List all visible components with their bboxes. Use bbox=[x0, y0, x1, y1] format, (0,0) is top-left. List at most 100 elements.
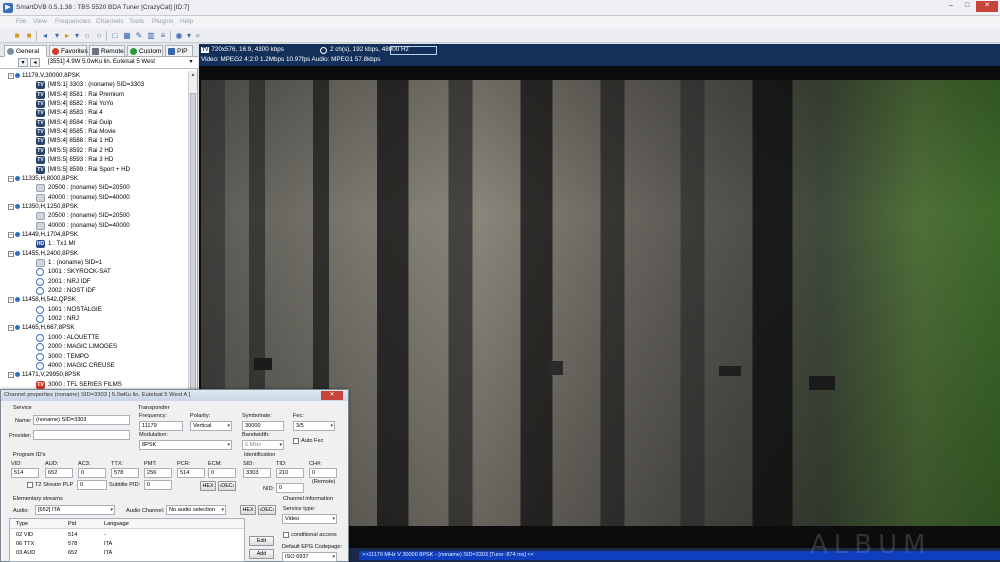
audio-channel-select[interactable]: No audio selection ▾ bbox=[166, 505, 226, 515]
column-language[interactable]: Language bbox=[104, 521, 129, 527]
bandwidth-value: 6 MHz bbox=[245, 442, 262, 448]
satellite-selector[interactable]: ▾ ◂ [3551] 4.9W 5.0wKu lin. Eutelsat 5 W… bbox=[0, 57, 198, 69]
stream-type[interactable]: 06 TTX bbox=[16, 541, 34, 547]
conditional-access-checkbox[interactable] bbox=[283, 532, 289, 538]
audio-channel-value: No audio selection bbox=[169, 507, 216, 513]
remote-icon bbox=[92, 48, 99, 55]
auto-fec-checkbox[interactable] bbox=[293, 438, 299, 444]
tab-pip[interactable]: PIP bbox=[165, 45, 193, 57]
subtitle-pid-field[interactable]: 0 bbox=[144, 480, 172, 490]
collapse-icon[interactable]: − bbox=[8, 175, 14, 182]
minimize-button[interactable]: – bbox=[944, 1, 958, 12]
dropdown-icon[interactable]: ▾ bbox=[52, 31, 62, 41]
stream-pid[interactable]: 514 bbox=[68, 532, 77, 538]
pmt-field[interactable]: 256 bbox=[144, 468, 172, 478]
edit-button[interactable]: Edit bbox=[249, 536, 274, 546]
epg-codepage-label: Default EPG Codepage: bbox=[282, 544, 343, 550]
ac3-field[interactable]: 0 bbox=[78, 468, 106, 478]
sid-field[interactable]: 3303 bbox=[243, 468, 271, 478]
column-type[interactable]: Type bbox=[16, 521, 28, 527]
grid-icon[interactable]: ▦ bbox=[122, 31, 132, 41]
back-icon[interactable]: ◂ bbox=[40, 31, 50, 41]
forward-icon[interactable]: ▸ bbox=[62, 31, 72, 41]
stream-type[interactable]: 03 AUD bbox=[16, 550, 35, 556]
tv-channel-icon: TV bbox=[36, 137, 45, 146]
tab-favorites[interactable]: Favorites bbox=[49, 45, 88, 57]
collapse-icon[interactable]: − bbox=[8, 203, 14, 210]
window-icon[interactable]: □ bbox=[110, 31, 120, 41]
scroll-up-icon[interactable]: ▲ bbox=[189, 71, 197, 79]
collapse-icon[interactable]: − bbox=[8, 73, 14, 79]
menu-view[interactable]: View bbox=[33, 18, 47, 25]
ttx-field[interactable]: 578 bbox=[111, 468, 139, 478]
collapse-icon[interactable]: − bbox=[8, 250, 14, 257]
provider-field[interactable] bbox=[33, 430, 130, 440]
tab-general[interactable]: General bbox=[4, 45, 47, 57]
column-pid[interactable]: Pid bbox=[68, 521, 76, 527]
folder-icon[interactable]: ■ bbox=[24, 31, 34, 41]
ch-number-field[interactable]: 0 bbox=[309, 468, 337, 478]
stream-language[interactable]: ITA bbox=[104, 550, 112, 556]
collapse-icon[interactable]: − bbox=[8, 297, 14, 304]
stream-pid[interactable]: 652 bbox=[68, 550, 77, 556]
dropdown-icon[interactable]: ▾ bbox=[72, 31, 82, 41]
t2-stream-checkbox[interactable] bbox=[27, 482, 33, 488]
stream-type[interactable]: 02 VID bbox=[16, 532, 33, 538]
tab-remote[interactable]: Remote bbox=[89, 45, 125, 57]
nid-field[interactable]: 0 bbox=[276, 483, 304, 493]
pen-icon[interactable]: ✎ bbox=[134, 31, 144, 41]
radio-channel-icon bbox=[36, 305, 44, 314]
dec-button[interactable]: ‹DEC› bbox=[218, 481, 236, 491]
chart-icon[interactable]: ▥ bbox=[146, 31, 156, 41]
close-button[interactable]: ✕ bbox=[976, 1, 998, 12]
pcr-field[interactable]: 514 bbox=[177, 468, 205, 478]
tid-field[interactable]: 210 bbox=[276, 468, 304, 478]
name-field[interactable]: (noname) SID=3303 bbox=[33, 415, 130, 425]
audio-icon bbox=[320, 47, 327, 54]
back-arrow-icon[interactable]: ◂ bbox=[30, 58, 40, 67]
tab-custom[interactable]: Custom bbox=[127, 45, 163, 57]
service-type-select[interactable]: Video ▾ bbox=[282, 514, 337, 524]
add-button[interactable]: Add bbox=[249, 549, 274, 559]
frequency-field[interactable]: 11179 bbox=[139, 421, 183, 431]
menu-help[interactable]: Help bbox=[180, 18, 193, 25]
menu-frequencies[interactable]: Frequencies bbox=[55, 18, 91, 25]
satellite-icon[interactable]: ◉ bbox=[174, 31, 184, 41]
collapse-icon[interactable]: − bbox=[8, 231, 14, 238]
menu-file[interactable]: File bbox=[16, 18, 26, 25]
symbolrate-field[interactable]: 30000 bbox=[242, 421, 284, 431]
ecm-field[interactable]: 0 bbox=[208, 468, 236, 478]
collapse-icon[interactable]: − bbox=[8, 325, 14, 332]
menu-plugins[interactable]: Plugins bbox=[152, 18, 173, 25]
vid-field[interactable]: 514 bbox=[11, 468, 39, 478]
scroll-thumb[interactable] bbox=[190, 93, 196, 393]
maximize-button[interactable]: □ bbox=[960, 1, 974, 12]
dialog-close-button[interactable]: ✕ bbox=[321, 391, 343, 400]
audio-select[interactable]: [652] ITA ▾ bbox=[35, 505, 115, 515]
t2-plp-field[interactable]: 0 bbox=[77, 480, 107, 490]
stream-language[interactable]: - bbox=[104, 532, 106, 538]
list-icon[interactable]: ≡ bbox=[158, 31, 168, 41]
symbolrate-label: Symbolrate: bbox=[242, 413, 272, 419]
chevron-down-icon[interactable]: ▾ bbox=[18, 58, 28, 67]
stream-language[interactable]: ITA bbox=[104, 541, 112, 547]
search-icon[interactable]: ⌕ bbox=[193, 31, 203, 41]
collapse-icon[interactable]: − bbox=[8, 372, 14, 379]
modulation-select[interactable]: 8PSK ▾ bbox=[139, 440, 232, 450]
menu-channels[interactable]: Channels bbox=[96, 18, 123, 25]
menu-tools[interactable]: Tools bbox=[129, 18, 144, 25]
hex-button[interactable]: HEX bbox=[240, 505, 256, 515]
aud-field[interactable]: 652 bbox=[45, 468, 73, 478]
fec-select[interactable]: 3/5 ▾ bbox=[293, 421, 335, 431]
hex-button[interactable]: HEX bbox=[200, 481, 216, 491]
record-icon[interactable]: ○ bbox=[82, 31, 92, 41]
bandwidth-select[interactable]: 6 MHz ▾ bbox=[242, 440, 284, 450]
polarity-select[interactable]: Vertical ▾ bbox=[190, 421, 232, 431]
settings-icon[interactable]: ○ bbox=[94, 31, 104, 41]
open-folder-icon[interactable]: ■ bbox=[12, 31, 22, 41]
dec-button[interactable]: ‹DEC› bbox=[258, 505, 276, 515]
chevron-down-icon[interactable]: ▾ bbox=[186, 58, 196, 67]
radio-channel-icon bbox=[36, 315, 44, 324]
epg-codepage-select[interactable]: ISO 6937 ▾ bbox=[282, 552, 337, 562]
stream-pid[interactable]: 578 bbox=[68, 541, 77, 547]
